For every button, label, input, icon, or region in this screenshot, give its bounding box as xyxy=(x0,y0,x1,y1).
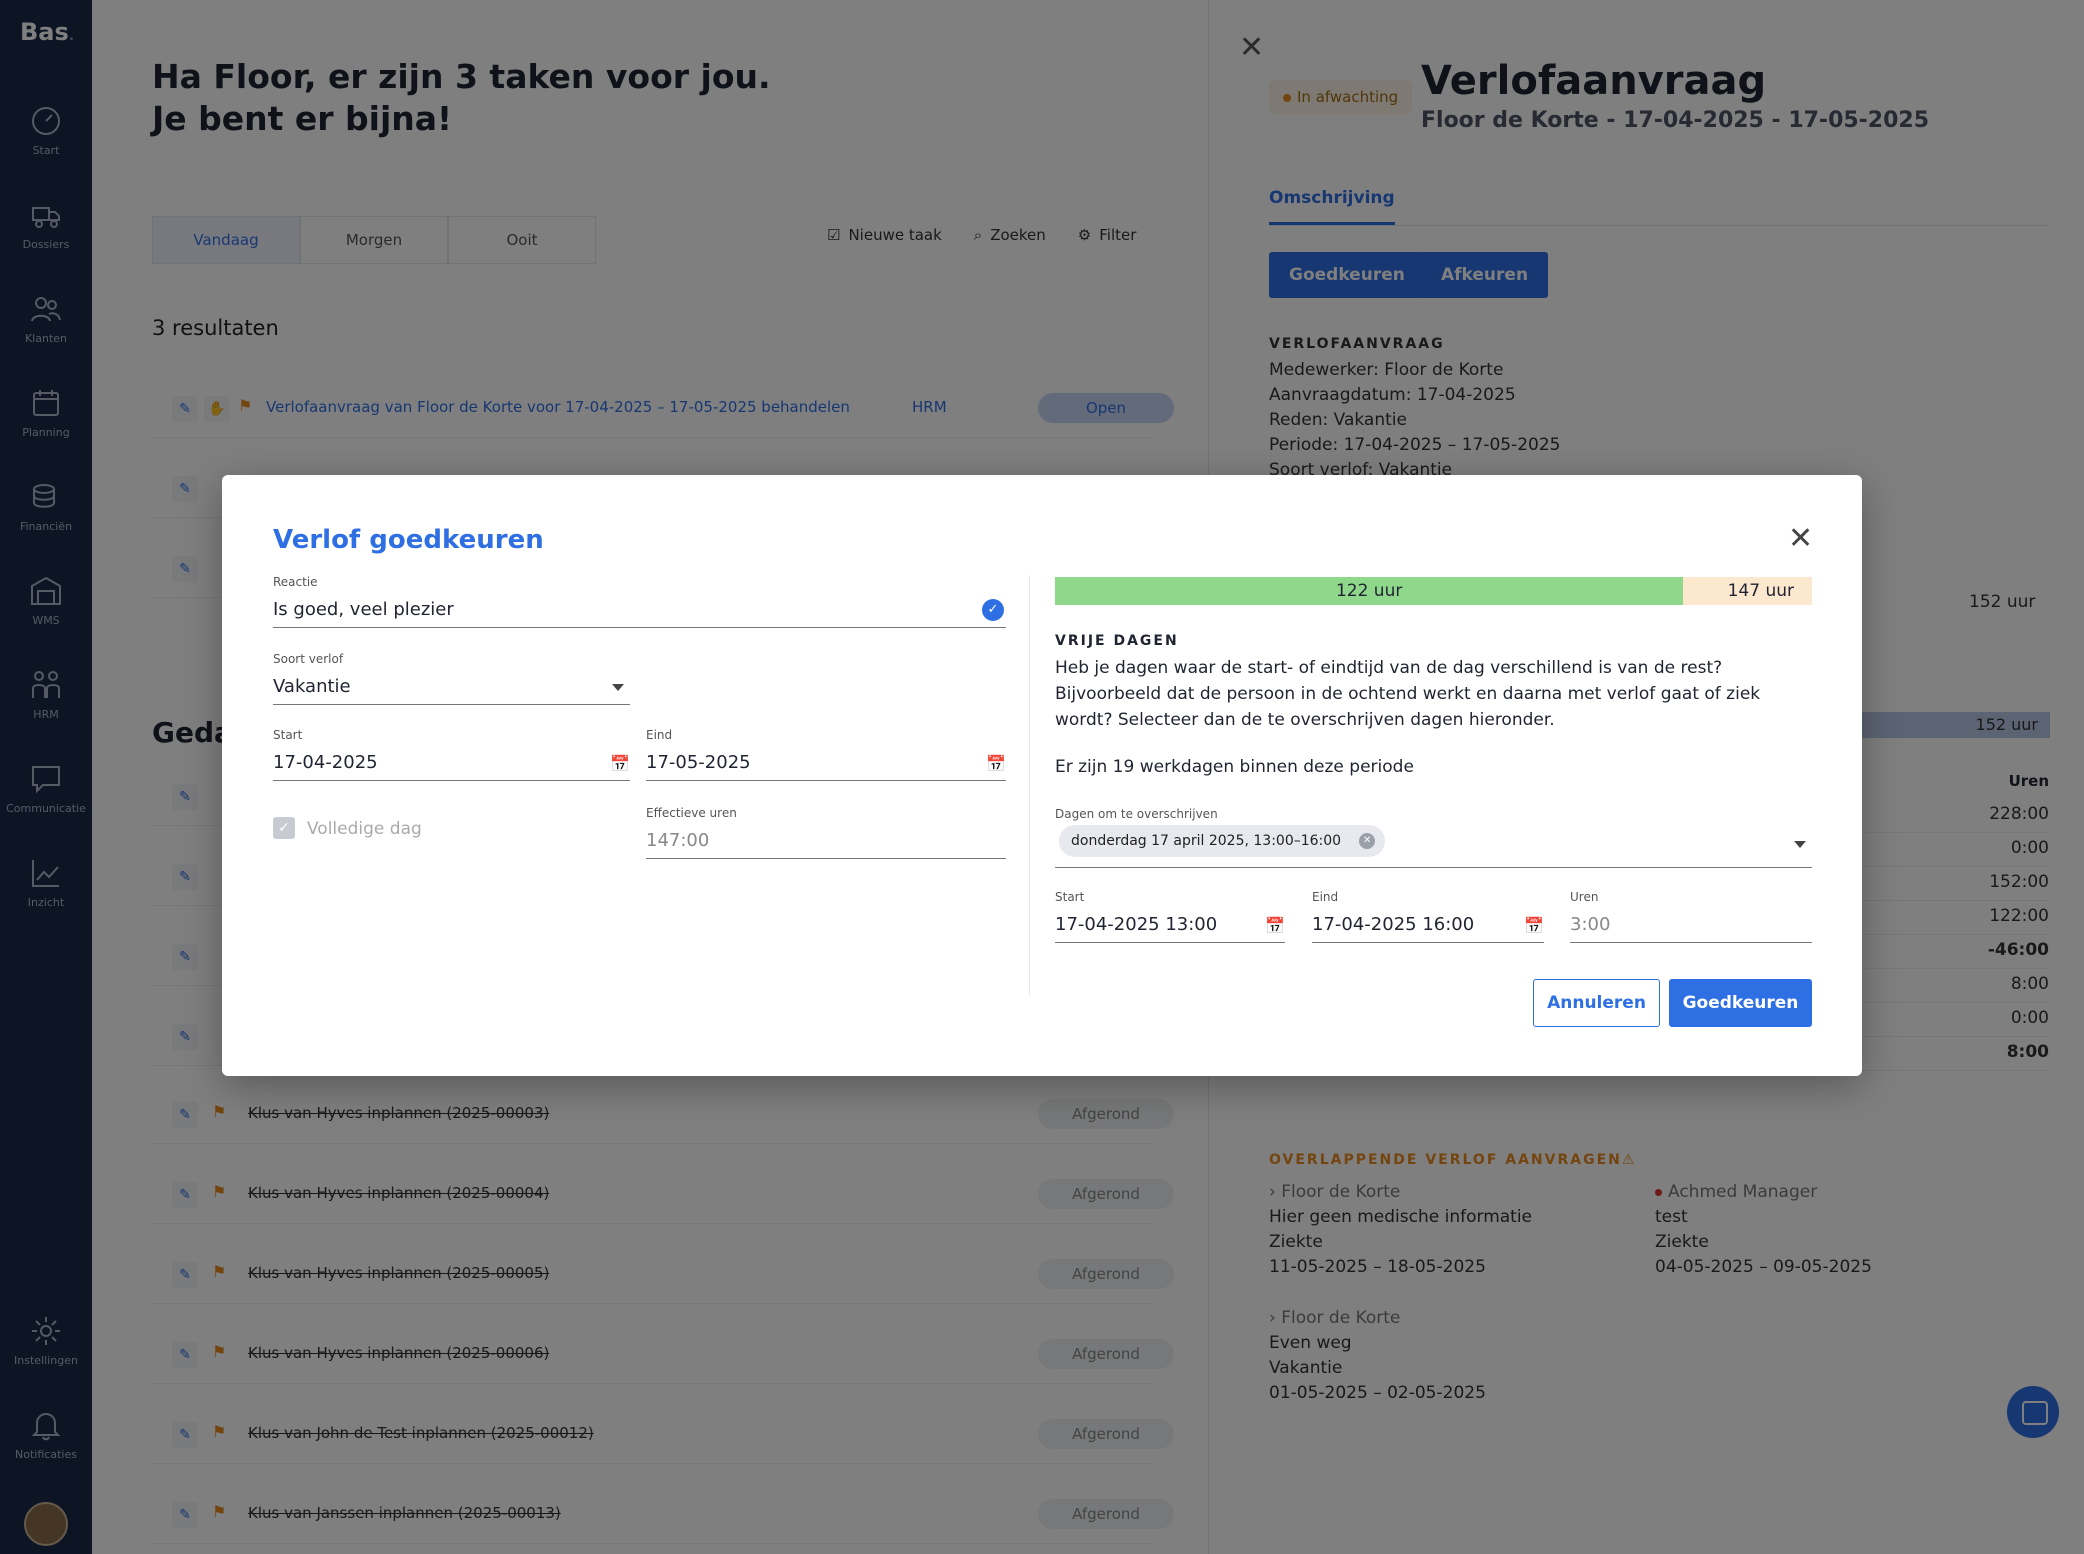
selected-day-chip[interactable]: donderdag 17 april 2025, 13:00–16:00 ✕ xyxy=(1059,825,1386,857)
free-days-description: Heb je dagen waar de start- of eindtijd … xyxy=(1055,658,1761,730)
calendar-icon[interactable]: 📅 xyxy=(610,754,630,773)
approve-button[interactable]: Goedkeuren xyxy=(1669,979,1812,1027)
caret-down-icon[interactable] xyxy=(1794,841,1806,848)
override-start-input[interactable]: 17-04-2025 13:00 xyxy=(1055,914,1217,935)
field-label: Reactie xyxy=(273,575,318,589)
calendar-icon[interactable]: 📅 xyxy=(986,754,1006,773)
field-underline xyxy=(273,627,1006,628)
section-heading: VRIJE DAGEN xyxy=(1055,633,1179,649)
cancel-button[interactable]: Annuleren xyxy=(1533,979,1660,1027)
override-start-field[interactable]: Start 17-04-2025 13:00 📅 xyxy=(1055,890,1285,943)
leave-type-select[interactable]: Soort verlof Vakantie xyxy=(273,652,630,705)
end-date-input[interactable]: 17-05-2025 xyxy=(646,752,751,773)
field-underline xyxy=(1570,942,1812,943)
end-date-field[interactable]: Eind 17-05-2025 📅 xyxy=(646,728,1006,781)
field-label: Dagen om te overschrijven xyxy=(1055,807,1218,821)
effective-hours-field: Effectieve uren 147:00 xyxy=(646,806,1006,859)
dialog-title: Verlof goedkeuren xyxy=(273,525,544,555)
approve-leave-dialog: Verlof goedkeuren ✕ Reactie Is goed, vee… xyxy=(222,475,1862,1076)
field-underline xyxy=(273,780,630,781)
remove-chip-icon[interactable]: ✕ xyxy=(1359,833,1376,849)
close-icon[interactable]: ✕ xyxy=(1788,521,1813,556)
hours-progress-bar: 122 uur 147 uur xyxy=(1055,577,1812,605)
override-hours-input[interactable]: 3:00 xyxy=(1570,914,1610,935)
field-label: Start xyxy=(1055,890,1085,904)
hours-used-bar: 122 uur xyxy=(1055,577,1684,605)
reaction-input[interactable]: Is goed, veel plezier xyxy=(273,599,454,620)
effective-hours-value: 147:00 xyxy=(646,830,710,851)
field-label: Start xyxy=(273,728,303,742)
caret-down-icon[interactable] xyxy=(612,684,624,691)
full-day-label: Volledige dag xyxy=(307,819,422,839)
calendar-icon[interactable]: 📅 xyxy=(1265,916,1285,935)
field-label: Uren xyxy=(1570,890,1599,904)
column-divider xyxy=(1029,575,1030,995)
field-label: Eind xyxy=(646,728,673,742)
reaction-field[interactable]: Reactie Is goed, veel plezier ✓ xyxy=(273,575,1006,628)
field-label: Soort verlof xyxy=(273,652,344,666)
field-underline xyxy=(1312,942,1544,943)
field-label: Effectieve uren xyxy=(646,806,737,820)
field-underline xyxy=(1055,867,1812,868)
field-label: Eind xyxy=(1312,890,1339,904)
hours-total-label: 147 uur xyxy=(1727,581,1794,601)
check-circle-icon: ✓ xyxy=(982,599,1004,621)
override-end-field[interactable]: Eind 17-04-2025 16:00 📅 xyxy=(1312,890,1544,943)
field-underline xyxy=(1055,942,1285,943)
calendar-icon[interactable]: 📅 xyxy=(1524,916,1544,935)
leave-type-value[interactable]: Vakantie xyxy=(273,676,351,697)
override-hours-field[interactable]: Uren 3:00 xyxy=(1570,890,1812,943)
full-day-checkbox[interactable]: ✓ xyxy=(273,817,295,839)
field-underline xyxy=(646,780,1006,781)
override-end-input[interactable]: 17-04-2025 16:00 xyxy=(1312,914,1474,935)
start-date-field[interactable]: Start 17-04-2025 📅 xyxy=(273,728,630,781)
field-underline xyxy=(273,704,630,705)
override-days-select[interactable]: Dagen om te overschrijven donderdag 17 a… xyxy=(1055,807,1812,868)
workdays-count: Er zijn 19 werkdagen binnen deze periode xyxy=(1055,757,1414,777)
field-underline xyxy=(646,858,1006,859)
start-date-input[interactable]: 17-04-2025 xyxy=(273,752,378,773)
